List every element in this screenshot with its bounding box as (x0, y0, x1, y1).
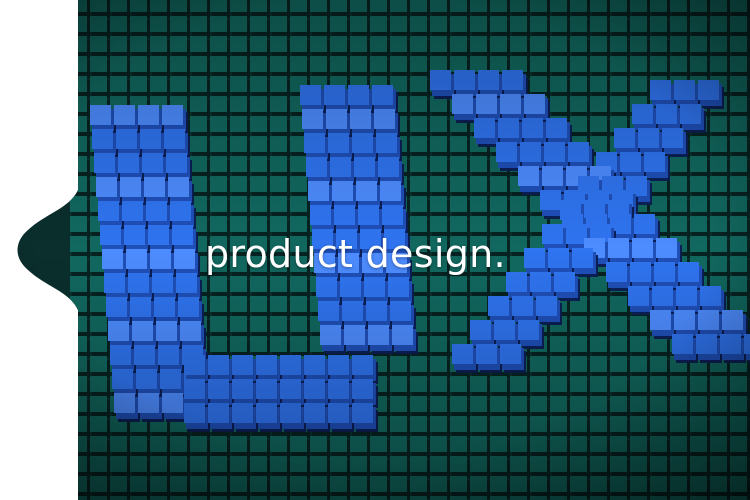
hero-caption: product design. (205, 232, 506, 276)
